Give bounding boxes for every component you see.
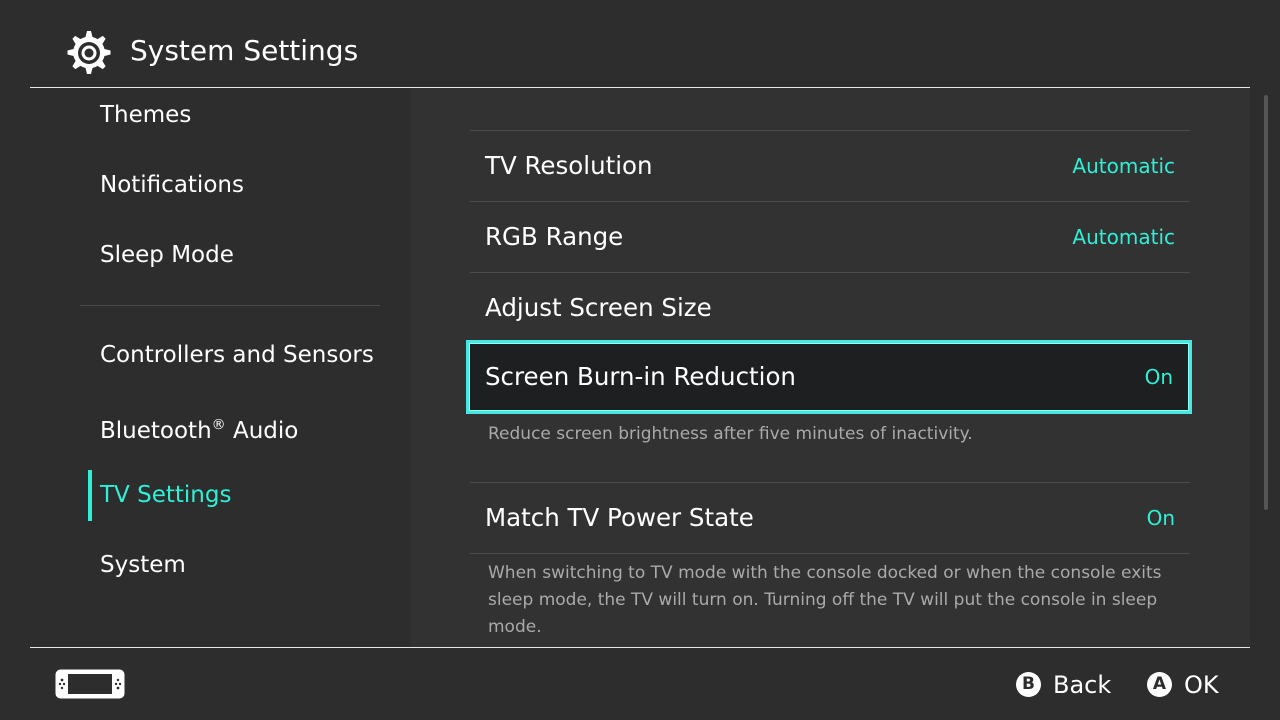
sidebar-divider [80, 305, 380, 306]
setting-screen-burn-in-reduction[interactable]: Screen Burn-in Reduction On [466, 340, 1192, 414]
sidebar-item-label: Bluetooth [100, 418, 212, 444]
registered-mark: ® [211, 417, 226, 433]
setting-label: Screen Burn-in Reduction [485, 362, 796, 391]
setting-adjust-screen-size[interactable]: Adjust Screen Size [470, 273, 1190, 343]
setting-description: Reduce screen brightness after five minu… [488, 424, 973, 444]
back-label: Back [1053, 671, 1112, 699]
settings-panel: TV Resolution Automatic RGB Range Automa… [411, 88, 1250, 647]
active-indicator [88, 470, 92, 521]
sidebar-item-sleep-mode[interactable]: Sleep Mode [100, 240, 234, 270]
setting-label: TV Resolution [485, 151, 653, 180]
screen: System Settings Themes Notifications Sle… [0, 0, 1280, 720]
row-divider [470, 553, 1190, 554]
setting-value: Automatic [1072, 154, 1175, 178]
a-button-icon: A [1147, 672, 1172, 697]
sidebar-item-notifications[interactable]: Notifications [100, 170, 244, 200]
setting-rgb-range[interactable]: RGB Range Automatic [470, 202, 1190, 272]
sidebar-item-bluetooth-audio[interactable]: Bluetooth® Audio [100, 410, 298, 446]
setting-value: On [1146, 506, 1175, 530]
footer-divider [30, 647, 1250, 648]
gear-icon [67, 31, 111, 74]
setting-label: RGB Range [485, 222, 624, 251]
header: System Settings [0, 0, 1280, 88]
scrollbar[interactable] [1264, 95, 1268, 510]
sidebar-item-system[interactable]: System [100, 550, 186, 580]
sidebar-item-label-suffix: Audio [225, 418, 299, 444]
ok-label: OK [1184, 671, 1219, 699]
setting-value: Automatic [1072, 225, 1175, 249]
b-button-icon: B [1016, 672, 1041, 697]
setting-value: On [1144, 365, 1173, 389]
sidebar-item-tv-settings[interactable]: TV Settings [100, 480, 231, 510]
console-icon [55, 669, 125, 699]
page-title: System Settings [130, 34, 359, 67]
sidebar-item-themes[interactable]: Themes [100, 100, 191, 130]
setting-description: When switching to TV mode with the conso… [488, 563, 1162, 637]
setting-label: Adjust Screen Size [485, 293, 712, 322]
sidebar-item-controllers-and-sensors[interactable]: Controllers and Sensors [100, 340, 374, 370]
sidebar: Themes Notifications Sleep Mode Controll… [0, 88, 410, 647]
setting-tv-resolution[interactable]: TV Resolution Automatic [470, 131, 1190, 201]
setting-match-tv-power-state[interactable]: Match TV Power State On [470, 483, 1190, 553]
setting-label: Match TV Power State [485, 503, 754, 532]
